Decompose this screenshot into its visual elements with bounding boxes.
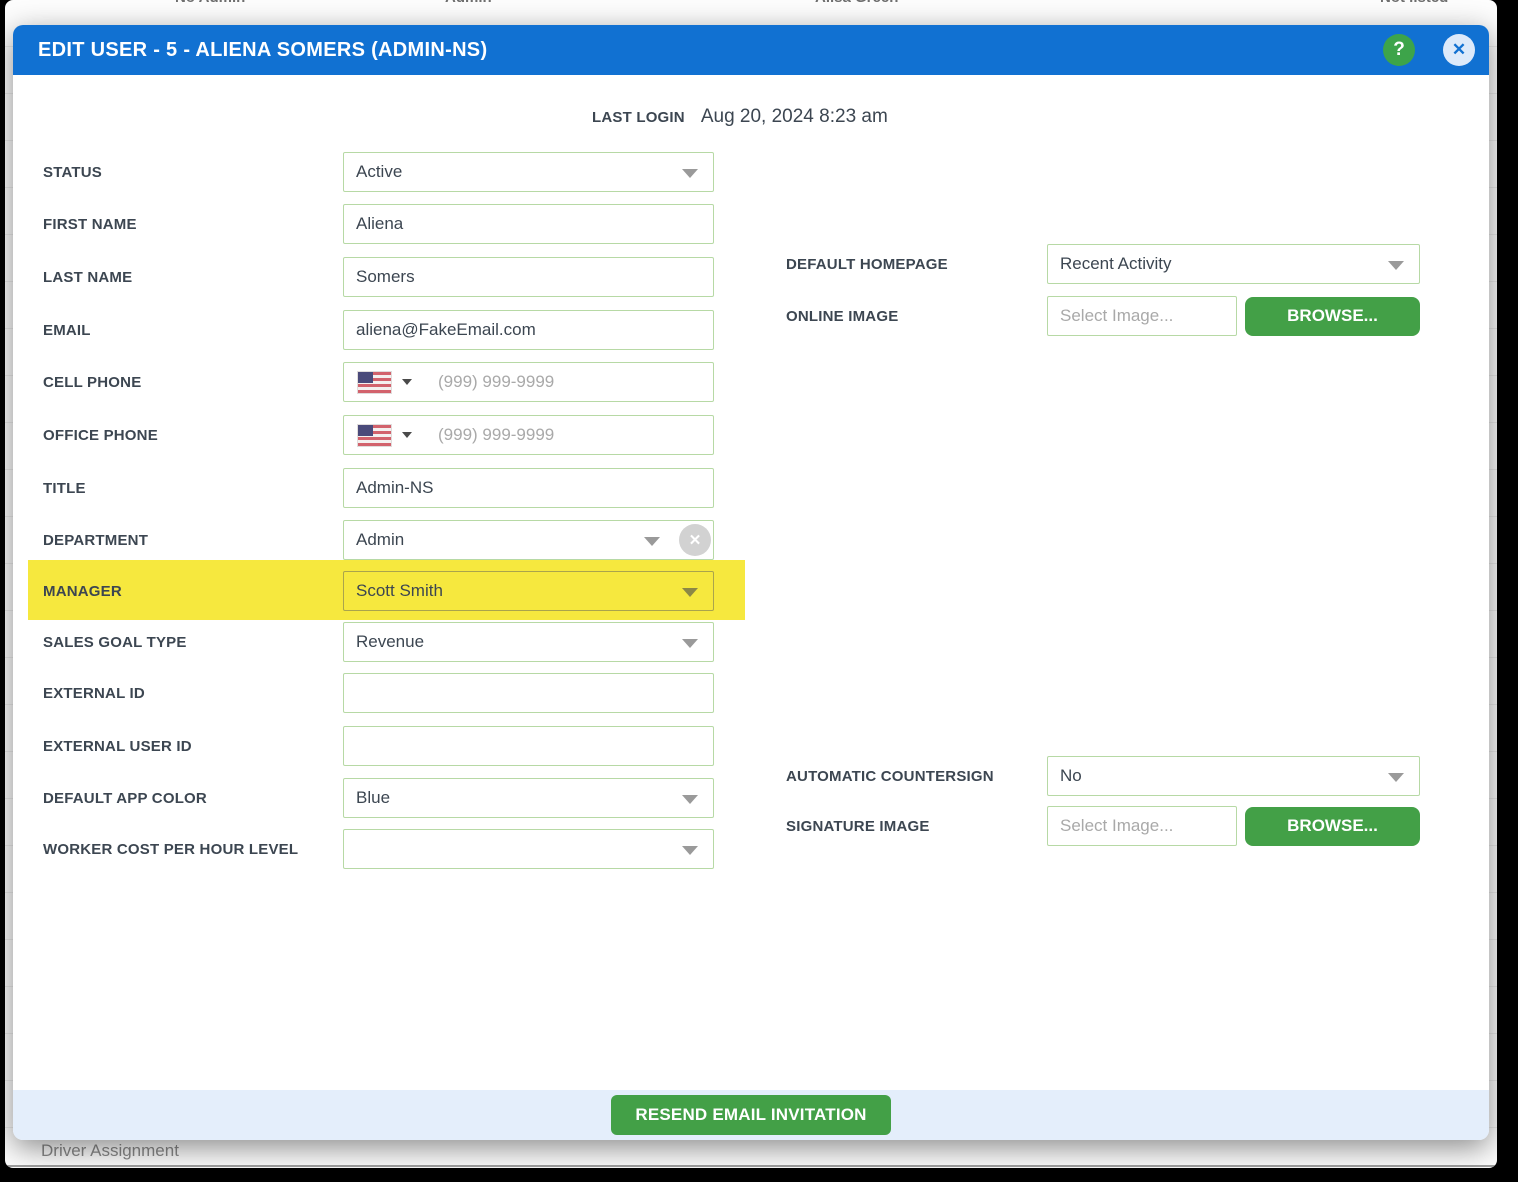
chevron-down-icon [682, 795, 698, 804]
form-row-last-name: LAST NAME [43, 257, 714, 297]
chevron-down-icon [682, 846, 698, 855]
background-column-text: Not listed [1380, 0, 1448, 6]
default-homepage-select[interactable]: Recent Activity [1047, 244, 1420, 284]
manager-select[interactable]: Scott Smith [343, 571, 714, 611]
help-icon[interactable]: ? [1383, 34, 1415, 66]
modal-body: LAST LOGIN Aug 20, 2024 8:23 am STATUS A… [13, 75, 1489, 1090]
sales-goal-type-select-value: Revenue [356, 632, 425, 651]
form-row-status: STATUS Active [43, 152, 714, 192]
office-phone-label: OFFICE PHONE [43, 426, 158, 444]
signature-image-field[interactable] [1047, 806, 1237, 846]
form-row-office-phone: OFFICE PHONE (999) 999-9999 [43, 415, 714, 455]
cell-phone-placeholder: (999) 999-9999 [438, 372, 555, 391]
background-column-text: Admin [445, 0, 492, 6]
cell-phone-label: CELL PHONE [43, 373, 142, 391]
us-flag-icon[interactable] [358, 424, 391, 446]
external-id-field[interactable] [343, 673, 714, 713]
online-image-browse-button[interactable]: BROWSE... [1245, 296, 1420, 336]
form-row-email: EMAIL [43, 310, 714, 350]
external-id-label: EXTERNAL ID [43, 684, 145, 702]
automatic-countersign-select-value: No [1060, 766, 1082, 785]
form-row-sales-goal-type: SALES GOAL TYPE Revenue [43, 622, 714, 662]
first-name-field[interactable] [343, 204, 714, 244]
edit-user-modal: EDIT USER - 5 - ALIENA SOMERS (ADMIN-NS)… [13, 25, 1489, 1140]
chevron-down-icon [682, 639, 698, 648]
default-app-color-select-value: Blue [356, 788, 391, 807]
chevron-down-icon [1388, 261, 1404, 270]
signature-image-browse-button[interactable]: BROWSE... [1245, 806, 1420, 846]
status-label: STATUS [43, 163, 102, 181]
chevron-down-icon [682, 588, 698, 597]
last-login-label: LAST LOGIN [592, 109, 685, 126]
close-icon[interactable]: ✕ [1443, 34, 1475, 66]
chevron-down-icon [1388, 773, 1404, 782]
sales-goal-type-select[interactable]: Revenue [343, 622, 714, 662]
form-row-manager: MANAGER Scott Smith [43, 571, 714, 611]
form-row-signature-image: SIGNATURE IMAGE BROWSE... [786, 806, 1420, 846]
flag-caret-icon [402, 432, 412, 438]
signature-image-label: SIGNATURE IMAGE [786, 817, 930, 835]
office-phone-placeholder: (999) 999-9999 [438, 425, 555, 444]
external-user-id-label: EXTERNAL USER ID [43, 737, 192, 755]
modal-title: EDIT USER - 5 - ALIENA SOMERS (ADMIN-NS) [38, 38, 488, 61]
default-homepage-label: DEFAULT HOMEPAGE [786, 255, 948, 273]
default-homepage-select-value: Recent Activity [1060, 254, 1172, 273]
chevron-down-icon [682, 169, 698, 178]
email-label: EMAIL [43, 321, 91, 339]
last-name-field[interactable] [343, 257, 714, 297]
worker-cost-select[interactable] [343, 829, 714, 869]
last-login-value: Aug 20, 2024 8:23 am [700, 106, 888, 127]
form-row-online-image: ONLINE IMAGE BROWSE... [786, 296, 1420, 336]
background-column-text: No Admin [175, 0, 245, 6]
us-flag-icon[interactable] [358, 371, 391, 393]
title-label: TITLE [43, 479, 86, 497]
form-row-external-id: EXTERNAL ID [43, 673, 714, 713]
automatic-countersign-select[interactable]: No [1047, 756, 1420, 796]
worker-cost-label: WORKER COST PER HOUR LEVEL [43, 840, 299, 858]
department-label: DEPARTMENT [43, 531, 149, 549]
flag-caret-icon [402, 379, 412, 385]
online-image-label: ONLINE IMAGE [786, 307, 899, 325]
manager-select-value: Scott Smith [356, 581, 443, 600]
cell-phone-field[interactable]: (999) 999-9999 [343, 362, 714, 402]
background-link-driver-assignment: Driver Assignment [41, 1141, 179, 1160]
modal-footer: RESEND EMAIL INVITATION [13, 1090, 1489, 1140]
form-row-worker-cost: WORKER COST PER HOUR LEVEL [43, 829, 714, 869]
form-row-external-user-id: EXTERNAL USER ID [43, 726, 714, 766]
default-app-color-label: DEFAULT APP COLOR [43, 789, 207, 807]
form-row-title: TITLE [43, 468, 714, 508]
default-app-color-select[interactable]: Blue [343, 778, 714, 818]
online-image-field[interactable] [1047, 296, 1237, 336]
manager-label: MANAGER [43, 582, 122, 600]
last-login: LAST LOGIN Aug 20, 2024 8:23 am [592, 106, 888, 128]
background-column-text: Alisa Green [815, 0, 898, 6]
clear-department-icon[interactable]: ✕ [679, 524, 711, 556]
title-field[interactable] [343, 468, 714, 508]
status-select-value: Active [356, 162, 403, 181]
form-row-first-name: FIRST NAME [43, 204, 714, 244]
first-name-label: FIRST NAME [43, 215, 137, 233]
external-user-id-field[interactable] [343, 726, 714, 766]
chevron-down-icon [644, 537, 660, 546]
modal-header: EDIT USER - 5 - ALIENA SOMERS (ADMIN-NS)… [13, 25, 1489, 75]
form-row-default-app-color: DEFAULT APP COLOR Blue [43, 778, 714, 818]
screenshot-stage: No Admin Admin Alisa Green Not listed Dr… [0, 0, 1518, 1182]
office-phone-field[interactable]: (999) 999-9999 [343, 415, 714, 455]
last-name-label: LAST NAME [43, 268, 133, 286]
form-row-department: DEPARTMENT Admin ✕ [43, 520, 714, 560]
department-select[interactable]: Admin ✕ [343, 520, 714, 560]
automatic-countersign-label: AUTOMATIC COUNTERSIGN [786, 767, 994, 785]
email-field[interactable] [343, 310, 714, 350]
resend-email-invitation-button[interactable]: RESEND EMAIL INVITATION [611, 1095, 891, 1135]
background-divider [5, 1165, 1497, 1167]
sales-goal-type-label: SALES GOAL TYPE [43, 633, 187, 651]
form-row-cell-phone: CELL PHONE (999) 999-9999 [43, 362, 714, 402]
form-row-automatic-countersign: AUTOMATIC COUNTERSIGN No [786, 756, 1420, 796]
status-select[interactable]: Active [343, 152, 714, 192]
form-row-default-homepage: DEFAULT HOMEPAGE Recent Activity [786, 244, 1420, 284]
